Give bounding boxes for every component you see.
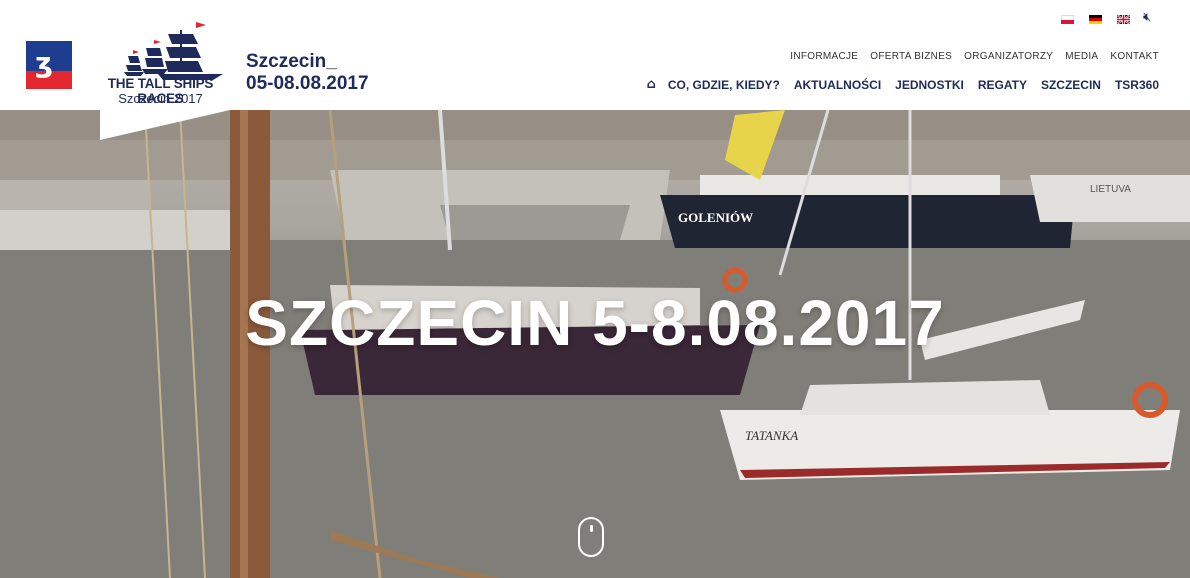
scroll-down-icon[interactable]	[578, 517, 604, 557]
main-nav-aktualnosci[interactable]: AKTUALNOŚCI	[794, 78, 881, 92]
uk-flag-icon[interactable]	[1117, 15, 1130, 24]
germany-flag-icon[interactable]	[1089, 15, 1102, 24]
hero-video: GOLENIÓW LIETUVA TATANKA SZCZECIN 5-8.08…	[0, 110, 1190, 578]
main-nav-jednostki[interactable]: JEDNOSTKI	[895, 78, 964, 92]
header-notch	[100, 110, 230, 140]
main-nav-co-gdzie-kiedy[interactable]: CO, GDZIE, KIEDY?	[668, 78, 780, 92]
top-nav-media[interactable]: MEDIA	[1065, 51, 1098, 62]
event-city: Szczecin_	[246, 51, 337, 72]
home-icon[interactable]: ⌂	[647, 77, 656, 92]
logo-subtitle: Szczecin 2017	[118, 91, 203, 106]
event-dates: 05-08.08.2017	[246, 73, 369, 94]
szczecin-city-logo[interactable]: ʒ	[26, 41, 72, 89]
top-nav: INFORMACJE OFERTA BIZNES ORGANIZATORZY M…	[790, 51, 1159, 62]
boat-name-lietuva: LIETUVA	[1090, 184, 1131, 195]
main-nav-szczecin[interactable]: SZCZECIN	[1041, 78, 1101, 92]
main-nav-regaty[interactable]: REGATY	[978, 78, 1027, 92]
top-nav-informacje[interactable]: INFORMACJE	[790, 51, 858, 62]
top-nav-organizatorzy[interactable]: ORGANIZATORZY	[964, 51, 1053, 62]
top-nav-kontakt[interactable]: KONTAKT	[1110, 51, 1159, 62]
hero-title: SZCZECIN 5-8.08.2017	[245, 287, 945, 359]
boat-name-goleniow: GOLENIÓW	[678, 210, 753, 225]
main-nav-tsr360[interactable]: TSR360	[1115, 78, 1159, 92]
poland-flag-icon[interactable]	[1061, 15, 1074, 24]
top-nav-oferta-biznes[interactable]: OFERTA BIZNES	[870, 51, 952, 62]
site-header: ʒ THE TALL SHIPS RACES Szczecin 2017 Szc…	[0, 0, 1190, 110]
griffin-icon: ʒ	[35, 46, 53, 79]
boat-name-tatanka: TATANKA	[745, 428, 798, 443]
speaker-muted-icon[interactable]: 🔇︎	[1143, 10, 1151, 25]
main-nav: ⌂ CO, GDZIE, KIEDY? AKTUALNOŚCI JEDNOSTK…	[647, 77, 1160, 92]
